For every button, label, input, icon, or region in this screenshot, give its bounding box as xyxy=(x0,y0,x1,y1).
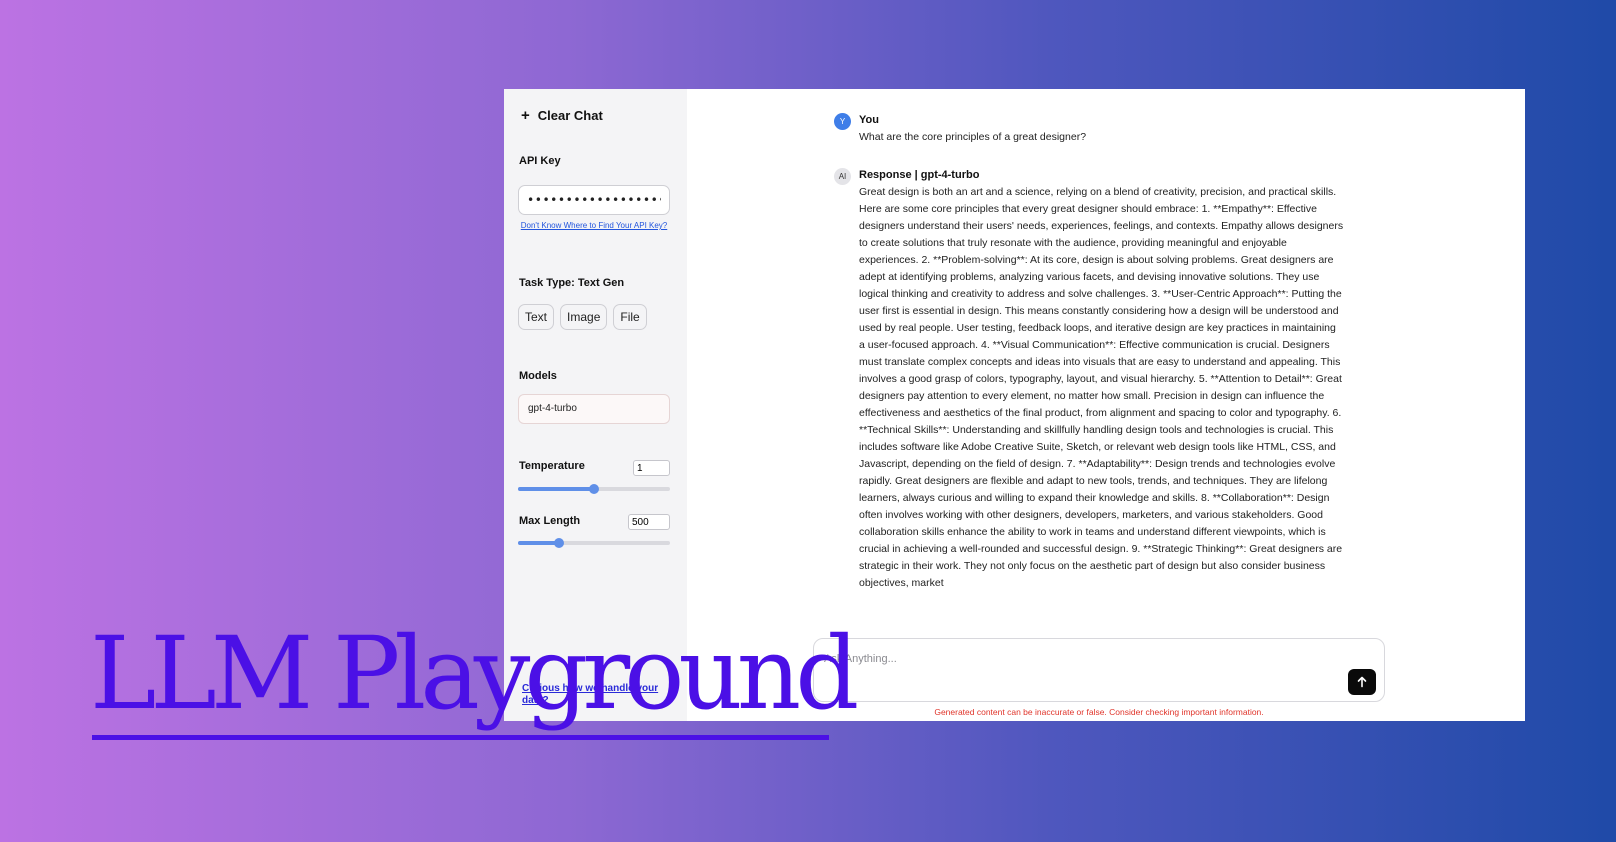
user-message: Y You What are the core principles of a … xyxy=(834,113,1344,146)
message-text: What are the core principles of a great … xyxy=(859,131,1087,143)
max-length-slider-thumb[interactable] xyxy=(554,538,565,548)
hero-title: LLM Playground xyxy=(90,615,859,732)
hero-title-underline xyxy=(92,735,829,740)
message-author: You xyxy=(859,114,879,126)
task-type-label: Task Type: Text Gen xyxy=(519,277,625,289)
max-length-slider-fill xyxy=(518,541,560,545)
disclaimer-text: Generated content can be inaccurate or f… xyxy=(934,707,1264,717)
task-image-button[interactable]: Image xyxy=(560,304,608,330)
chat-thread: Y You What are the core principles of a … xyxy=(834,113,1344,592)
prompt-input[interactable] xyxy=(822,652,1306,666)
task-file-button[interactable]: File xyxy=(613,304,647,330)
models-label: Models xyxy=(519,370,557,382)
clear-chat-label: Clear Chat xyxy=(537,108,603,123)
user-avatar: Y xyxy=(834,113,851,130)
temperature-label: Temperature xyxy=(519,460,585,472)
max-length-label: Max Length xyxy=(519,515,581,527)
api-key-label: API Key xyxy=(519,155,561,167)
prompt-composer xyxy=(813,638,1385,702)
plus-icon: + xyxy=(521,107,530,124)
temperature-slider[interactable] xyxy=(518,484,670,494)
ai-avatar: AI xyxy=(834,168,851,185)
temperature-slider-thumb[interactable] xyxy=(589,484,599,494)
api-key-help-link[interactable]: Don't Know Where to Find Your API Key? xyxy=(518,219,670,232)
send-button[interactable] xyxy=(1348,669,1376,695)
message-author: Response | gpt-4-turbo xyxy=(859,169,980,181)
api-key-input[interactable] xyxy=(518,185,670,215)
arrow-up-icon xyxy=(1357,676,1367,688)
message-text: Great design is both an art and a scienc… xyxy=(859,186,1344,589)
ai-response-message: AI Response | gpt-4-turbo Great design i… xyxy=(834,168,1344,592)
task-type-buttons: Text Image File xyxy=(518,304,647,330)
clear-chat-button[interactable]: + Clear Chat xyxy=(521,107,603,124)
task-text-button[interactable]: Text xyxy=(518,304,555,330)
max-length-slider[interactable] xyxy=(518,538,670,548)
model-select[interactable]: gpt-4-turbo xyxy=(518,394,670,424)
temperature-slider-fill xyxy=(518,487,594,491)
max-length-input[interactable] xyxy=(628,514,670,530)
temperature-input[interactable] xyxy=(633,460,670,476)
